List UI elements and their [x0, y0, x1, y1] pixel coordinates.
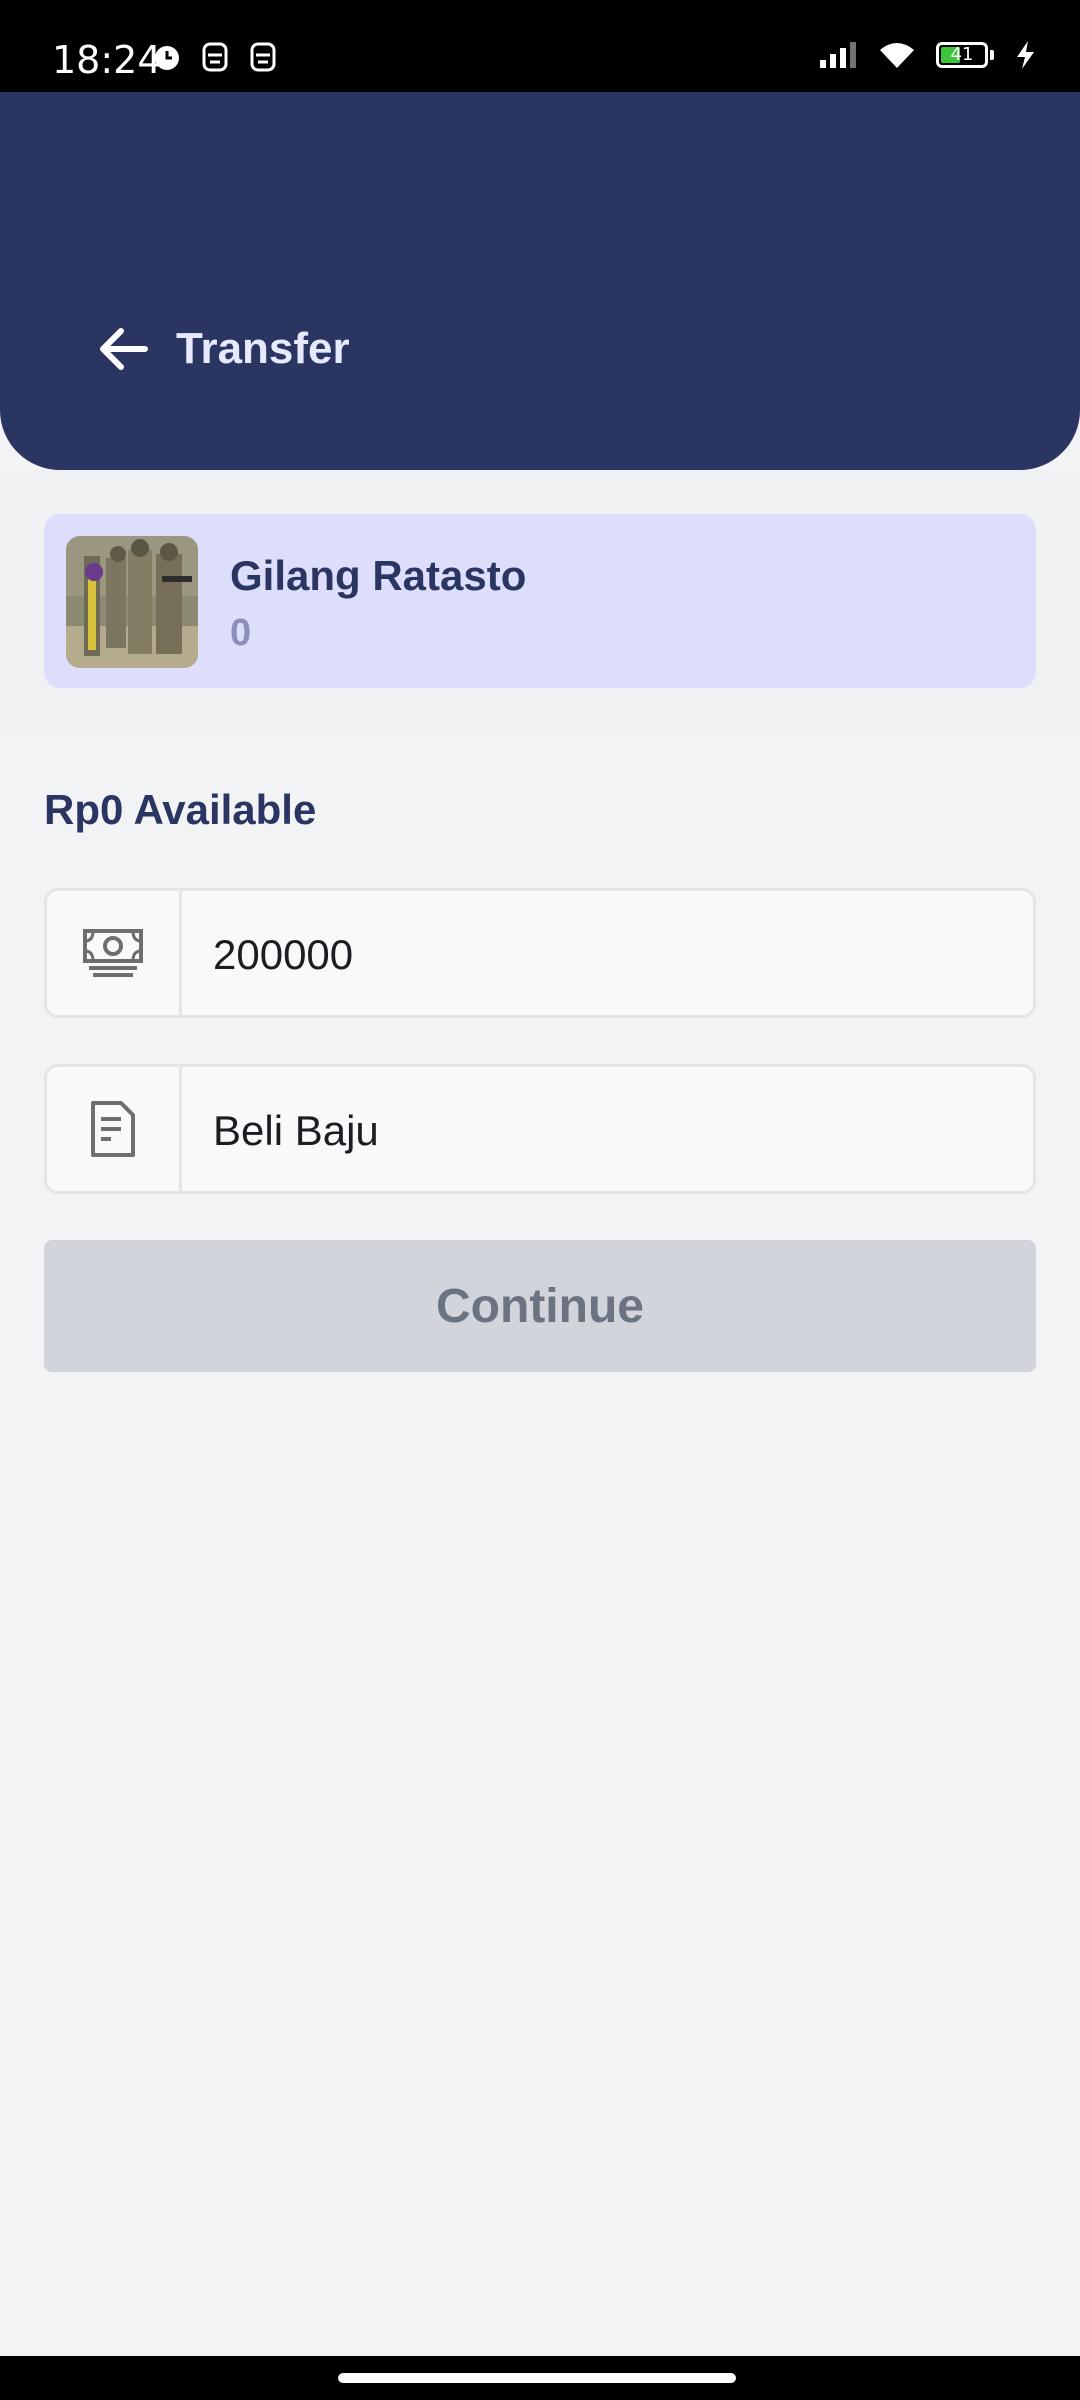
notification-icons	[150, 40, 280, 74]
available-balance: Rp0 Available	[44, 786, 317, 833]
recipient-account: 0	[230, 612, 252, 654]
note-icon-cell	[47, 1067, 182, 1191]
note-field[interactable]: Beli Baju	[44, 1064, 1036, 1194]
charging-icon	[1017, 41, 1034, 69]
avatar	[66, 536, 198, 668]
home-indicator[interactable]	[338, 2373, 736, 2383]
battery-icon: 41	[936, 42, 988, 68]
app-notification-icon	[250, 42, 276, 72]
alarm-icon	[155, 46, 179, 70]
arrow-left-icon	[100, 328, 148, 370]
document-icon	[91, 1101, 135, 1157]
status-time: 18:24	[52, 38, 162, 82]
note-value: Beli Baju	[213, 1107, 379, 1154]
wifi-icon	[880, 43, 914, 68]
system-icons: 41	[818, 40, 1036, 70]
header: Transfer	[0, 92, 1080, 470]
recipient-card: Gilang Ratasto 0	[44, 514, 1036, 688]
recipient-name: Gilang Ratasto	[230, 552, 527, 599]
money-icon	[83, 929, 143, 977]
amount-value: 200000	[213, 931, 354, 978]
recipient-section: Gilang Ratasto 0	[0, 470, 1080, 734]
status-bar: 18:24 41	[0, 0, 1080, 92]
back-button[interactable]	[88, 314, 158, 384]
continue-button[interactable]: Continue	[44, 1240, 1036, 1372]
battery-level: 41	[950, 44, 974, 65]
signal-icon	[820, 42, 856, 68]
page-title: Transfer	[176, 324, 350, 373]
app-notification-icon	[202, 42, 228, 72]
amount-field[interactable]: 200000	[44, 888, 1036, 1018]
amount-icon-cell	[47, 891, 182, 1015]
